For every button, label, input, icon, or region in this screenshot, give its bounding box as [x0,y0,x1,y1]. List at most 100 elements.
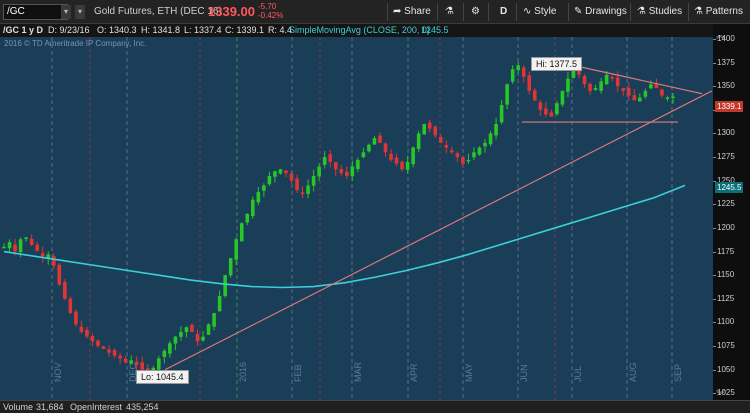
toolbar-divider [488,3,489,21]
style-button[interactable]: ∿ Style [523,4,556,20]
flask-icon: ⚗ [445,6,454,17]
patterns-button[interactable]: ⚗ Patterns [694,4,743,20]
price-tick-mark [713,157,716,159]
price-tick-mark [713,227,716,229]
candle-body [544,108,548,115]
candle-body [433,126,438,136]
symbol-menu-icon[interactable]: ▾ [75,5,85,19]
sma-200-line [3,184,686,289]
candle-body [179,331,183,337]
low-callout: Lo: 1045.4 [136,370,189,384]
candle-body [311,175,316,186]
candle-body [29,238,34,245]
price-tick-mark [713,275,716,277]
patterns-label: Patterns [705,6,743,17]
candle-body [361,152,366,158]
price-tick-label: 1050 [717,364,735,374]
candle-body [483,142,487,147]
candle-body [665,97,670,99]
studies-button[interactable]: ⚗ Studies [637,4,682,20]
candle-body [24,237,28,239]
candle-body [278,169,283,174]
candle-body [621,88,626,91]
candle-body [168,343,172,354]
candle-body [201,336,205,341]
candle-body [96,340,100,347]
open-interest-label: OpenInterest [70,402,123,412]
candle-body [438,136,443,143]
toolbar-divider [387,3,388,21]
candle-body [416,133,421,150]
drawings-button[interactable]: ✎ Drawings [574,4,627,20]
share-button[interactable]: ➦ Share [393,4,431,20]
candle-body [555,103,559,115]
month-label: FEB [293,364,303,382]
price-tick-mark [713,38,716,40]
candle-body [638,97,642,102]
price-tick-label: 1275 [717,152,735,162]
candle-body [273,171,277,177]
candle-body [57,264,62,285]
lower-study-bar: Volume 31,684 OpenInterest 435,254 [0,400,750,413]
candle-body [455,153,460,158]
candle-body [251,199,255,216]
price-tick-label: 1375 [717,57,735,67]
symbol-dropdown-icon[interactable]: ▾ [61,5,71,19]
candle-body [444,144,449,148]
candle-body [256,192,261,203]
bar-high: H: 1341.8 [141,25,181,35]
drawings-label: Drawings [585,6,627,17]
candle-body [367,144,371,152]
candle-body [206,324,211,335]
candle-body [245,213,250,223]
candle-body [422,123,426,135]
candle-body [599,81,603,91]
studies-label: Studies [648,6,683,17]
candle-body [516,65,520,71]
toolbar-divider [568,3,569,21]
toolbar-divider [437,3,438,21]
candle-body [538,102,543,110]
study-name[interactable]: SimpleMovingAvg (CLOSE, 200, 0) [289,25,430,35]
candle-body [626,88,631,96]
patterns-icon: ⚗ [694,6,703,17]
candle-body [466,159,471,162]
candle-body [494,123,498,136]
settings-button[interactable]: ⚙ [471,4,480,20]
price-tick-mark [713,346,716,348]
candle-body [615,77,620,87]
candle-body [217,296,222,312]
candle-body [162,350,167,358]
candle-body [356,159,360,170]
flask-icon: ⚗ [637,6,646,17]
candle-body [532,90,537,101]
gear-icon: ⚙ [471,6,480,17]
symbol-input[interactable]: /GC [3,4,68,20]
open-interest-value: 435,254 [126,402,159,412]
price-tick-label: 1175 [717,246,735,256]
flask-button[interactable]: ⚗ [445,4,454,20]
candle-body [588,83,592,91]
candle-body [284,170,288,174]
price-tick-mark [713,133,716,135]
candle-body [632,95,637,101]
candle-body [610,77,614,79]
candle-body [306,185,310,194]
period-button[interactable]: D [500,4,507,20]
candle-body [671,96,675,99]
instrument-description: Gold Futures, ETH (DEC 16) [94,6,222,17]
candle-body [228,258,233,276]
candle-body [372,138,377,145]
ohlc-study-line: /GC 1 y D D: 9/23/16 O: 1340.3 H: 1341.8… [0,24,713,37]
chart-toolbar: /GC ▾ ▾ Gold Futures, ETH (DEC 16) 1339.… [0,0,750,24]
month-label: JUL [573,366,583,382]
price-tick-label: 1150 [717,270,735,280]
price-chart[interactable]: NOV DEC 2016 FEB MAR APR MAY JUN JUL AUG SEP 2016 … [0,37,713,400]
toolbar-divider [516,3,517,21]
price-tick-label: 1400 [717,33,735,43]
candle-body [510,69,515,82]
candle-body [560,90,565,105]
candle-body [450,150,454,153]
price-axis[interactable]: ︽ 14001375135013251300127512501225120011… [713,24,750,400]
month-label: JUN [519,365,529,383]
